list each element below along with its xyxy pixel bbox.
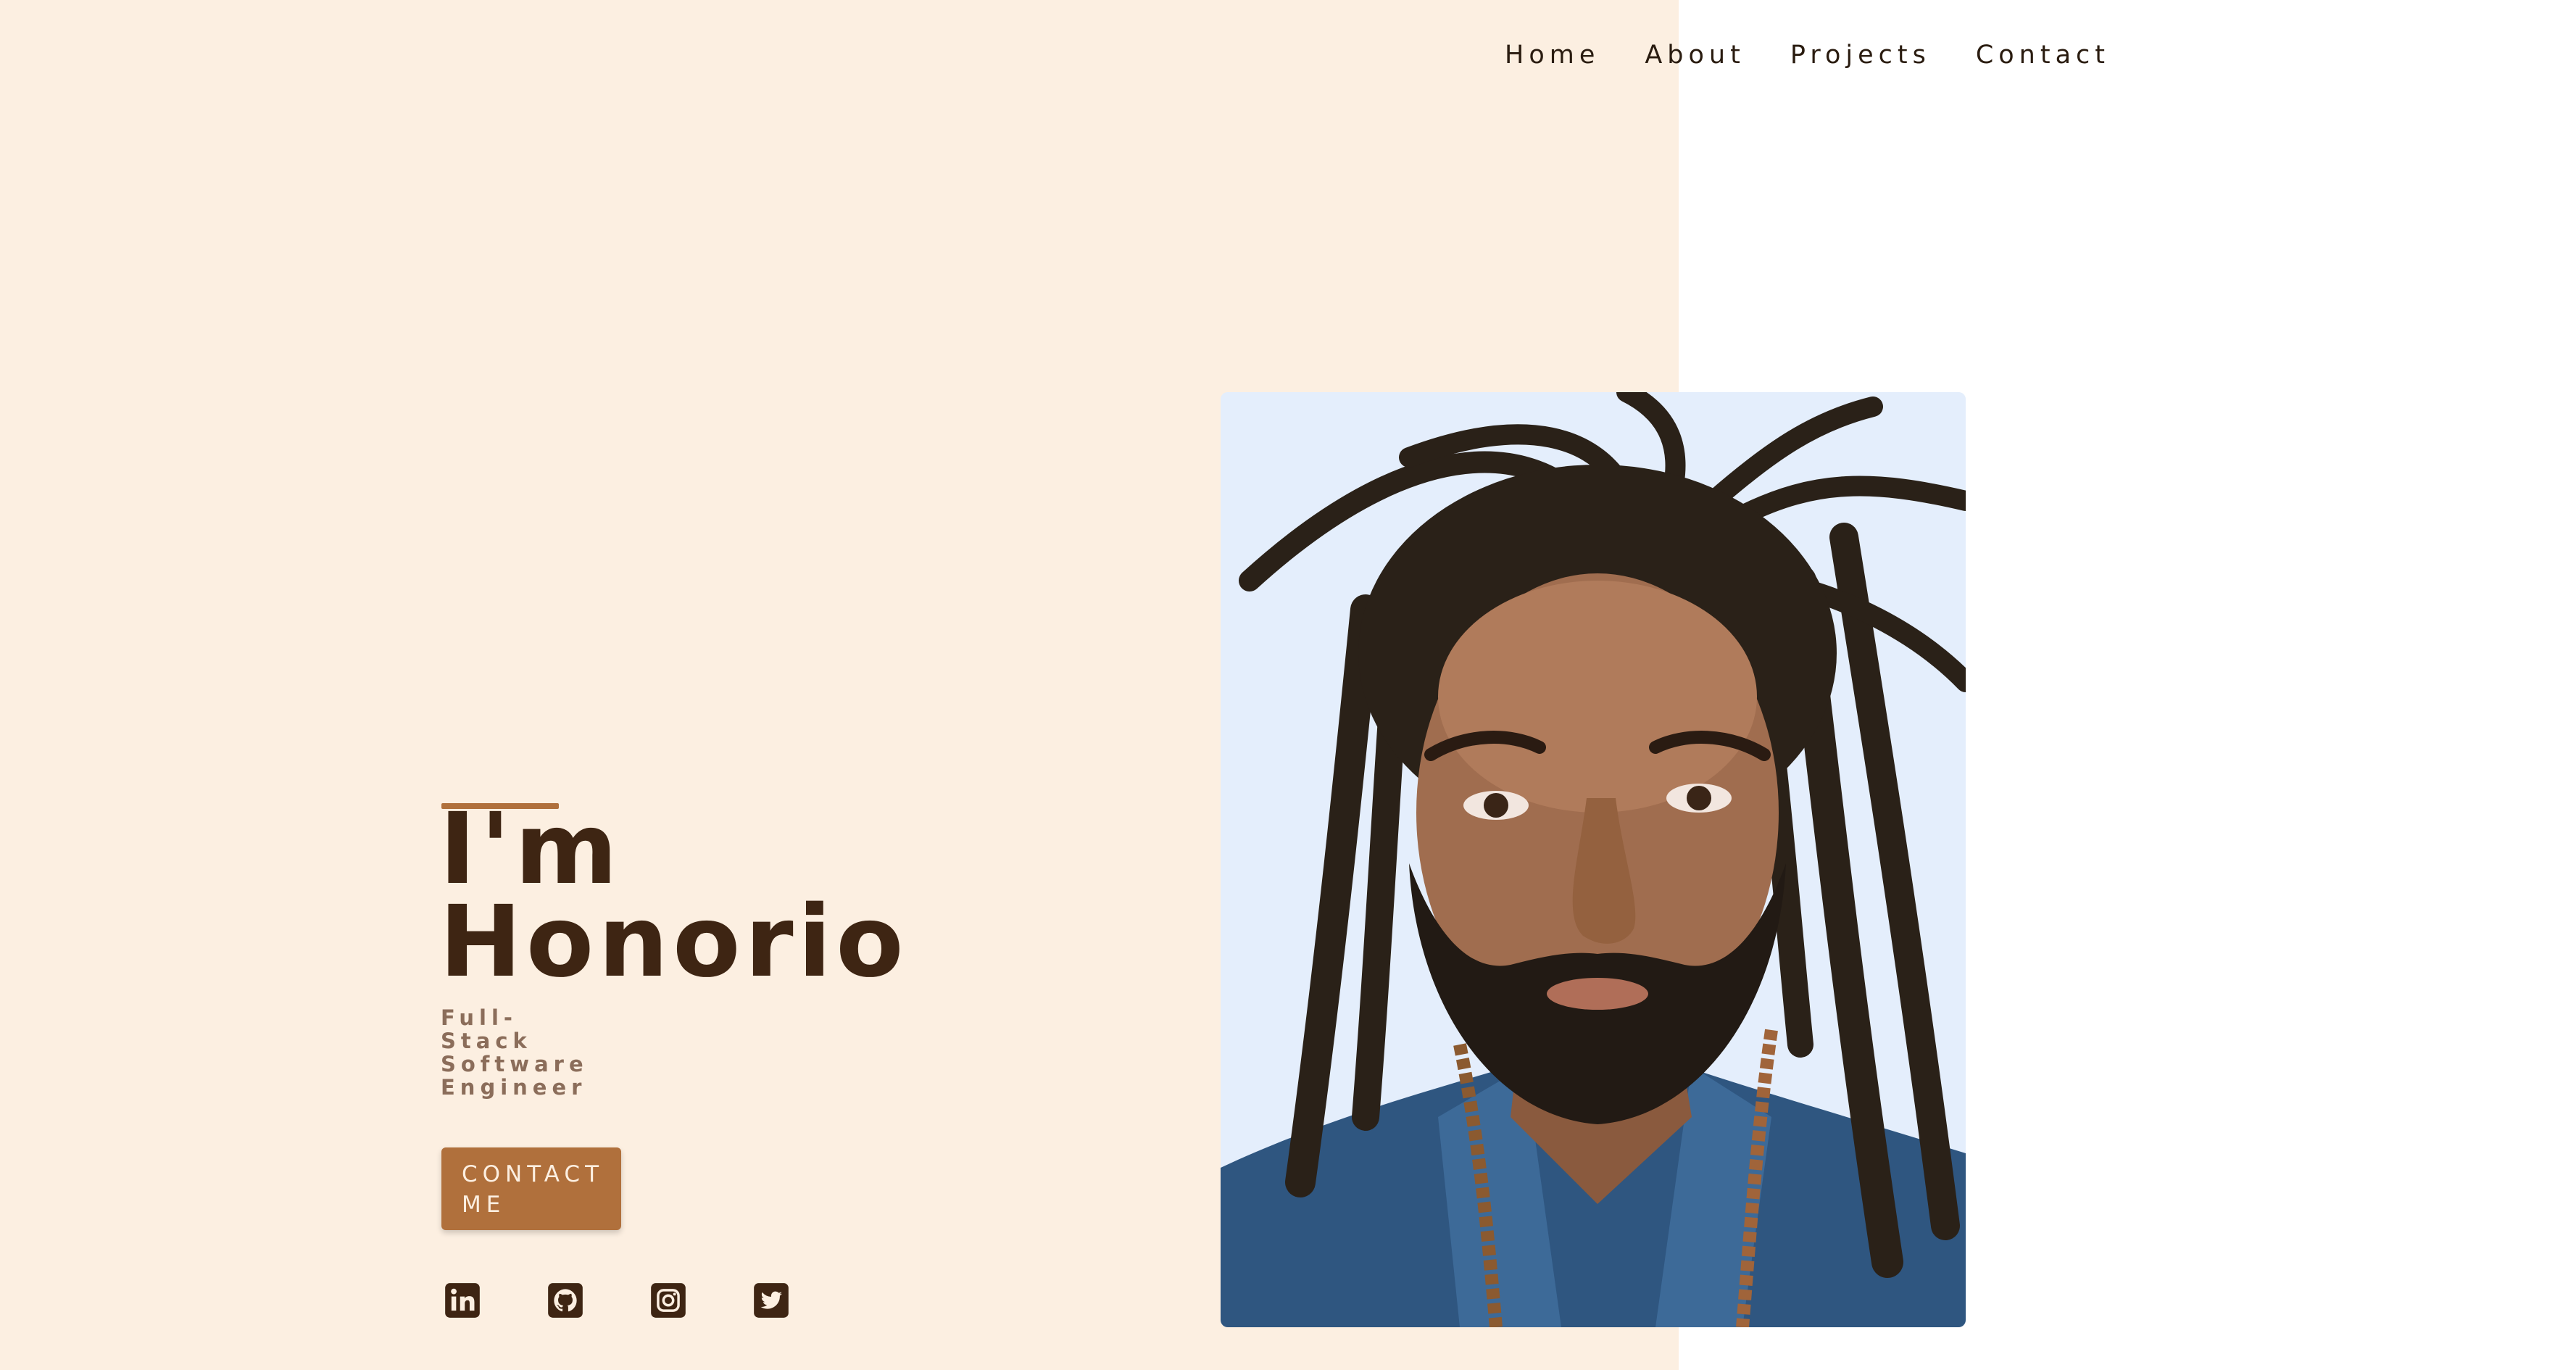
twitter-icon[interactable] — [752, 1282, 790, 1319]
subtitle-line: Full- — [441, 1005, 518, 1030]
contact-me-button[interactable]: CONTACT ME — [441, 1147, 621, 1230]
contact-button-label-line-2: ME — [462, 1192, 506, 1218]
contact-button-label-line-1: CONTACT — [462, 1161, 604, 1187]
nav-projects-link[interactable]: Projects — [1790, 38, 1931, 72]
nav-contact-link[interactable]: Contact — [1976, 38, 2110, 72]
subtitle-line: Stack — [441, 1029, 532, 1053]
nav-home-link[interactable]: Home — [1505, 38, 1600, 72]
hero-title-line-2: Honorio — [439, 885, 908, 1000]
hero-title: I'm Honorio — [439, 792, 1019, 1000]
subtitle-line: Software — [441, 1052, 589, 1076]
hero-title-line-1: I'm — [439, 792, 622, 907]
linkedin-icon[interactable] — [444, 1282, 481, 1319]
social-links — [444, 1282, 855, 1319]
instagram-icon[interactable] — [649, 1282, 687, 1319]
top-nav: Home About Projects Contact — [1505, 38, 2155, 72]
subtitle-line: Engineer — [441, 1075, 587, 1100]
github-icon[interactable] — [547, 1282, 584, 1319]
nav-about-link[interactable]: About — [1645, 38, 1745, 72]
profile-photo — [1221, 392, 1966, 1327]
hero-subtitle: Full- Stack Software Engineer — [441, 1006, 629, 1099]
